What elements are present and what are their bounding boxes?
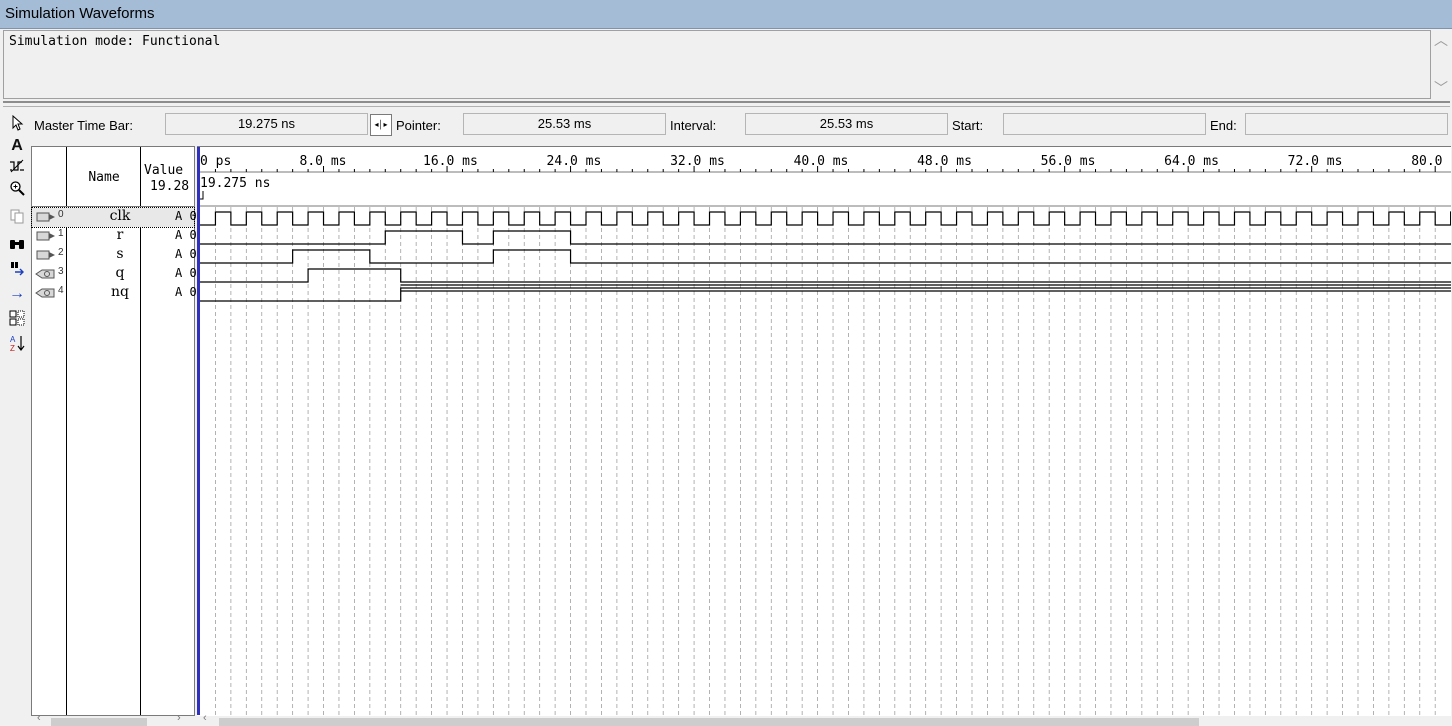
waveform-toolbar: A → AZ	[3, 112, 27, 362]
mode-box-scrollbar[interactable]: ︿ ﹀	[1430, 30, 1450, 98]
signal-value: A 0	[175, 209, 197, 223]
signal-value: A 0	[175, 247, 197, 261]
signal-index: 3	[58, 266, 64, 277]
ruler-tick-label: 72.0 ms	[1288, 154, 1343, 169]
signal-value: A 0	[175, 266, 197, 280]
signal-name: nq	[111, 284, 129, 300]
cursor-time-label: 19.275 ns	[200, 176, 270, 191]
signal-index: 0	[58, 209, 64, 220]
signal-index: 1	[58, 228, 64, 239]
signal-value: A 0	[175, 228, 197, 242]
start-label: Start:	[952, 118, 984, 133]
scroll-up-icon[interactable]: ︿	[1434, 30, 1448, 50]
signal-row-clk[interactable]: 0 clk A 0	[31, 207, 197, 228]
master-time-bar-field[interactable]: 19.275 ns	[165, 113, 368, 135]
splitter[interactable]	[3, 101, 1450, 103]
ruler-tick-label: 56.0 ms	[1041, 154, 1096, 169]
simulation-mode-text: Simulation mode: Functional	[9, 34, 221, 49]
signal-row-q[interactable]: 3 q A 0	[32, 265, 197, 284]
replace-icon[interactable]	[7, 260, 27, 280]
scroll-left-icon[interactable]: ‹	[203, 712, 207, 724]
group-icon[interactable]	[7, 310, 27, 330]
header-divider	[32, 206, 194, 207]
waveform-canvas[interactable]: 0 ps 8.0 ms 16.0 ms 24.0 ms 32.0 ms 40.0 ms 48…	[197, 147, 1451, 715]
scroll-left-icon[interactable]: ‹	[37, 712, 41, 724]
scroll-down-icon[interactable]: ﹀	[1434, 78, 1448, 98]
window-titlebar: Simulation Waveforms	[0, 0, 1452, 29]
interval-label: Interval:	[670, 118, 717, 133]
signal-list-hscrollbar[interactable]: ‹ ›	[31, 712, 195, 726]
sort-icon[interactable]: AZ	[7, 334, 27, 354]
ruler-tick-label: 0 ps	[200, 154, 231, 169]
s-waveform	[200, 249, 1451, 264]
scroll-right-icon[interactable]: ›	[177, 712, 181, 724]
copy-icon[interactable]	[7, 208, 27, 228]
ruler-tick-label: 80.0 ms	[1411, 154, 1451, 169]
signal-value: A 0	[175, 285, 197, 299]
signal-name: q	[115, 265, 125, 281]
pointer-label: Pointer:	[396, 118, 441, 133]
value-column-time: 19.28	[150, 179, 190, 194]
master-time-spin-button[interactable]: ◂│▸	[370, 114, 392, 136]
signal-name: s	[116, 246, 124, 262]
ruler-tick-label: 24.0 ms	[547, 154, 602, 169]
signal-row-nq[interactable]: 4 nq A 0	[32, 284, 197, 303]
q-waveform	[200, 268, 1451, 283]
clk-waveform	[200, 211, 1451, 226]
window-title: Simulation Waveforms	[5, 5, 155, 22]
interval-field: 25.53 ms	[745, 113, 948, 135]
waveform-panel[interactable]: 0 ps 8.0 ms 16.0 ms 24.0 ms 32.0 ms 40.0 ms 48…	[197, 146, 1451, 716]
zoom-icon[interactable]	[7, 180, 27, 200]
ruler-tick-label: 32.0 ms	[670, 154, 725, 169]
find-icon[interactable]	[7, 236, 27, 256]
pointer-field: 25.53 ms	[463, 113, 666, 135]
waveform-editing-icon[interactable]	[7, 158, 27, 178]
signal-name: r	[116, 227, 124, 243]
start-field	[1003, 113, 1206, 135]
svg-text:A: A	[10, 335, 16, 344]
ruler-tick-label: 16.0 ms	[423, 154, 478, 169]
simulation-mode-box: Simulation mode: Functional	[3, 30, 1431, 99]
signal-index: 2	[58, 247, 64, 258]
signal-row-s[interactable]: 2 s A 0	[32, 246, 197, 265]
master-time-bar-label: Master Time Bar:	[34, 118, 133, 133]
signal-row-r[interactable]: 1 r A 0	[32, 227, 197, 246]
ruler-tick-label: 48.0 ms	[917, 154, 972, 169]
ruler-tick-label: 40.0 ms	[794, 154, 849, 169]
signal-name: clk	[109, 208, 131, 224]
signal-index: 4	[58, 285, 64, 296]
nq-waveform	[200, 287, 1451, 302]
signal-list-panel: Name Value 19.28 0 clk A 0 1 r A 0 2 s A…	[31, 146, 197, 716]
value-column-header[interactable]: Value	[144, 163, 194, 178]
ruler-tick-label: 64.0 ms	[1164, 154, 1219, 169]
end-label: End:	[1210, 118, 1237, 133]
arrow-right-icon[interactable]: →	[7, 284, 27, 304]
divider	[3, 106, 1450, 107]
waveform-hscrollbar[interactable]: ‹	[197, 712, 1451, 726]
text-tool-icon[interactable]: A	[7, 136, 27, 156]
svg-text:Z: Z	[10, 344, 15, 352]
end-field	[1245, 113, 1448, 135]
pointer-icon[interactable]	[7, 114, 27, 135]
ruler-tick-label: 8.0 ms	[300, 154, 347, 169]
name-column-header[interactable]: Name	[68, 170, 140, 185]
r-waveform	[200, 230, 1451, 245]
